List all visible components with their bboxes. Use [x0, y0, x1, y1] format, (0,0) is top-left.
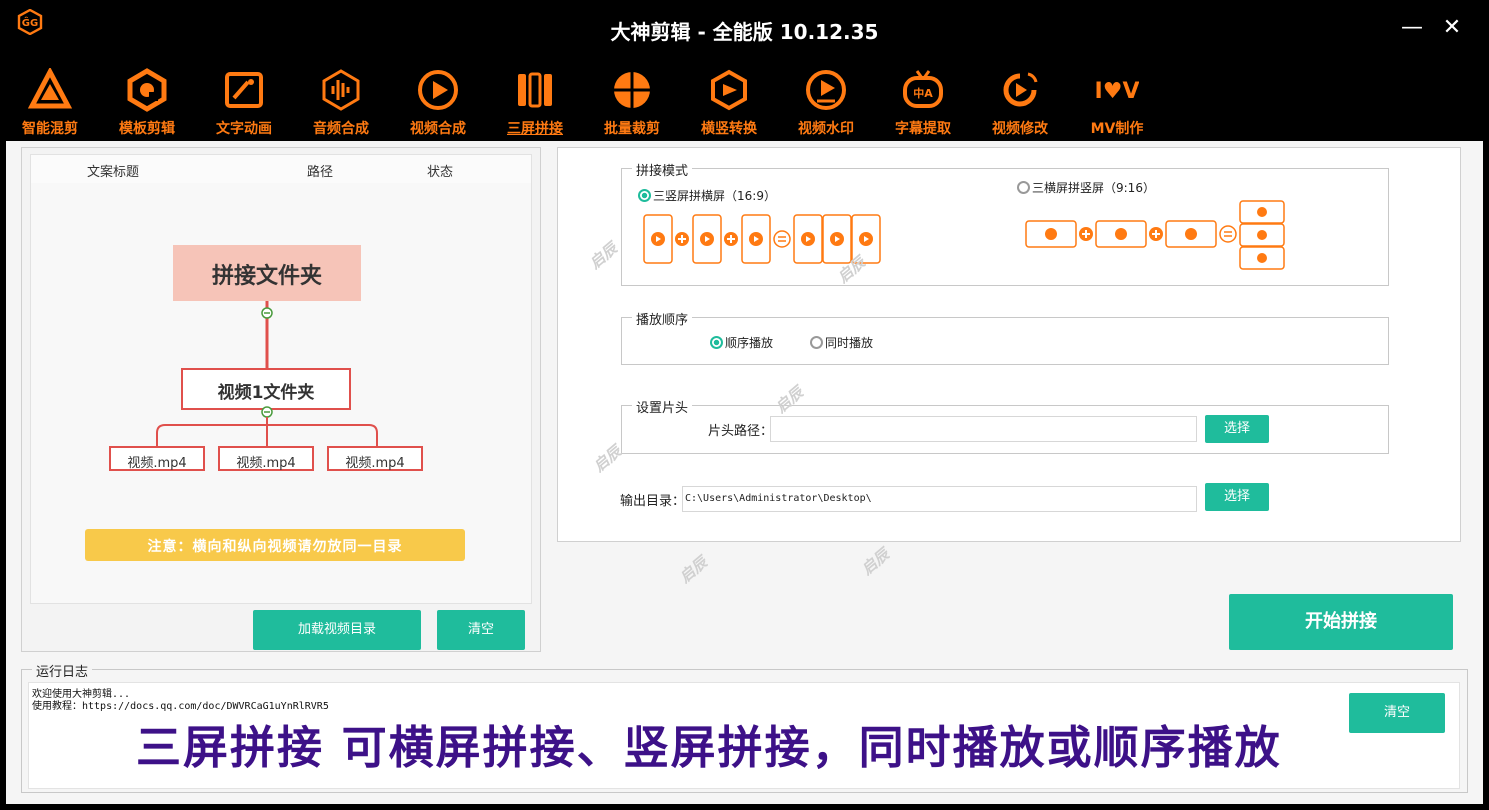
tool-smart-mix[interactable]: 智能混剪 [2, 64, 94, 138]
diagram-root-label: 拼接文件夹 [211, 264, 322, 289]
title-bar: ĜG 大神剪辑 - 全能版 10.12.35 — ✕ [0, 0, 1489, 58]
tool-three-screen[interactable]: 三屏拼接 [487, 64, 579, 138]
radio-label: 顺序播放 [725, 336, 774, 350]
tool-label: 字幕提取 [895, 121, 951, 137]
radio-dot [810, 336, 823, 349]
output-dir-input[interactable]: C:\Users\Administrator\Desktop\ [682, 486, 1197, 512]
watermark-icon [806, 70, 846, 110]
diagram-leaf-label: 视频.mp4 [345, 456, 405, 471]
horizontal-splice-illustration [1025, 200, 1285, 270]
mode-vertical-to-horizontal-radio[interactable]: 三竖屏拼横屏（16:9） [638, 187, 776, 204]
start-splice-button[interactable]: 开始拼接 [1229, 594, 1453, 650]
grid-header: 文案标题 路径 状态 [31, 155, 533, 185]
diagram-leaf-label: 视频.mp4 [127, 456, 187, 471]
tool-label: 智能混剪 [22, 121, 78, 137]
settings-panel: 拼接模式 三竖屏拼横屏（16:9） 三横屏拼竖屏（9:16） 播放顺序 顺序播放… [557, 147, 1461, 542]
play-order-group: 播放顺序 顺序播放 同时播放 [621, 309, 1389, 365]
intro-choose-button[interactable]: 选择 [1205, 415, 1269, 443]
audio-wave-icon [322, 69, 360, 111]
tool-label: 视频修改 [992, 121, 1048, 137]
tool-video-merge[interactable]: 视频合成 [390, 64, 482, 138]
intro-group: 设置片头 片头路径： 选择 [621, 397, 1389, 454]
diagram-child-label: 视频1文件夹 [217, 383, 315, 403]
video-play-icon [418, 70, 458, 110]
vertical-splice-illustration [643, 214, 881, 264]
intro-path-label: 片头路径： [708, 424, 774, 439]
tool-label: MV制作 [1090, 121, 1144, 137]
sequential-play-radio[interactable]: 顺序播放 [710, 334, 773, 351]
diagram-leaf-label: 视频.mp4 [236, 456, 296, 471]
watermark-text: 启辰 [676, 553, 711, 587]
tool-batch-crop[interactable]: 批量裁剪 [584, 64, 676, 138]
intro-path-input[interactable] [770, 416, 1197, 442]
output-dir-label: 输出目录： [620, 494, 686, 509]
promo-caption: 三屏拼接 可横屏拼接、竖屏拼接，同时播放或顺序播放 [136, 721, 1282, 774]
tool-label: 横竖转换 [701, 121, 757, 137]
minimize-button[interactable]: — [1398, 14, 1426, 42]
hexagon-template-icon [127, 68, 167, 112]
tool-label: 批量裁剪 [604, 121, 660, 137]
svg-text:I♥V: I♥V [1095, 79, 1139, 104]
group-title: 运行日志 [32, 661, 93, 680]
rotate-cube-icon [711, 69, 747, 111]
column-path: 路径 [307, 165, 334, 180]
tool-bar: 智能混剪 模板剪辑 文字动画 音频合成 视频合成 三屏拼接 批量裁剪 横竖转换 [0, 58, 1489, 141]
group-title: 播放顺序 [632, 309, 693, 328]
radio-dot [1017, 181, 1030, 194]
tool-template-edit[interactable]: 模板剪辑 [99, 64, 191, 138]
radio-dot [710, 336, 723, 349]
window-title: 大神剪辑 - 全能版 10.12.35 [610, 20, 879, 44]
group-title: 设置片头 [632, 397, 693, 416]
log-line: 使用教程：https://docs.qq.com/doc/DWVRCaG1uYn… [32, 701, 329, 712]
tool-label: 三屏拼接 [507, 121, 563, 137]
column-status: 状态 [427, 165, 454, 180]
radio-label: 三横屏拼竖屏（9:16） [1032, 181, 1155, 195]
group-title: 拼接模式 [632, 160, 693, 179]
text-frame-icon [225, 72, 263, 108]
mv-logo-icon: I♥V [1095, 79, 1139, 104]
tool-label: 模板剪辑 [119, 121, 175, 137]
notice-text: 注意：横向和纵向视频请勿放同一目录 [147, 539, 403, 555]
clear-list-button[interactable]: 清空 [437, 610, 525, 650]
watermark-text: 启辰 [858, 545, 893, 579]
tool-label: 视频水印 [798, 121, 854, 137]
tool-label: 视频合成 [410, 121, 466, 137]
tool-audio-merge[interactable]: 音频合成 [293, 64, 385, 138]
splice-mode-group: 拼接模式 三竖屏拼横屏（16:9） 三横屏拼竖屏（9:16） [621, 160, 1389, 286]
output-choose-button[interactable]: 选择 [1205, 483, 1269, 511]
column-title: 文案标题 [87, 165, 140, 180]
svg-text:中A: 中A [913, 86, 933, 100]
tool-orientation-convert[interactable]: 横竖转换 [681, 64, 773, 138]
triangle-logo-icon [28, 68, 72, 109]
close-button[interactable]: ✕ [1438, 14, 1466, 42]
tool-text-animation[interactable]: 文字动画 [196, 64, 288, 138]
edit-play-icon [1003, 72, 1038, 107]
video-list-panel: 文案标题 路径 状态 拼接文件夹 视频1文件夹 视频.mp4 视频.mp4 视频… [21, 147, 541, 652]
clear-log-button[interactable]: 清空 [1349, 693, 1445, 733]
tool-mv-make[interactable]: I♥V MV制作 [1069, 64, 1161, 138]
tool-label: 音频合成 [313, 121, 369, 137]
tool-video-modify[interactable]: 视频修改 [972, 64, 1064, 138]
tool-label: 文字动画 [216, 121, 272, 137]
three-panel-icon [518, 72, 552, 108]
client-area: 文案标题 路径 状态 拼接文件夹 视频1文件夹 视频.mp4 视频.mp4 视频… [6, 141, 1483, 804]
tool-subtitle-extract[interactable]: 中A 字幕提取 [875, 64, 967, 138]
video-list-grid[interactable]: 文案标题 路径 状态 拼接文件夹 视频1文件夹 视频.mp4 视频.mp4 视频… [30, 154, 532, 604]
tool-video-watermark[interactable]: 视频水印 [778, 64, 870, 138]
radio-dot [638, 189, 651, 202]
radio-label: 同时播放 [825, 336, 874, 350]
load-video-dir-button[interactable]: 加载视频目录 [253, 610, 421, 650]
app-window: ĜG 大神剪辑 - 全能版 10.12.35 — ✕ 智能混剪 模板剪辑 文字动… [0, 0, 1489, 810]
crop-ball-icon [614, 72, 650, 108]
radio-label: 三竖屏拼横屏（16:9） [653, 189, 776, 203]
mode-horizontal-to-vertical-radio[interactable]: 三横屏拼竖屏（9:16） [1017, 179, 1155, 196]
subtitle-tv-icon: 中A [903, 70, 943, 108]
simultaneous-play-radio[interactable]: 同时播放 [810, 334, 873, 351]
